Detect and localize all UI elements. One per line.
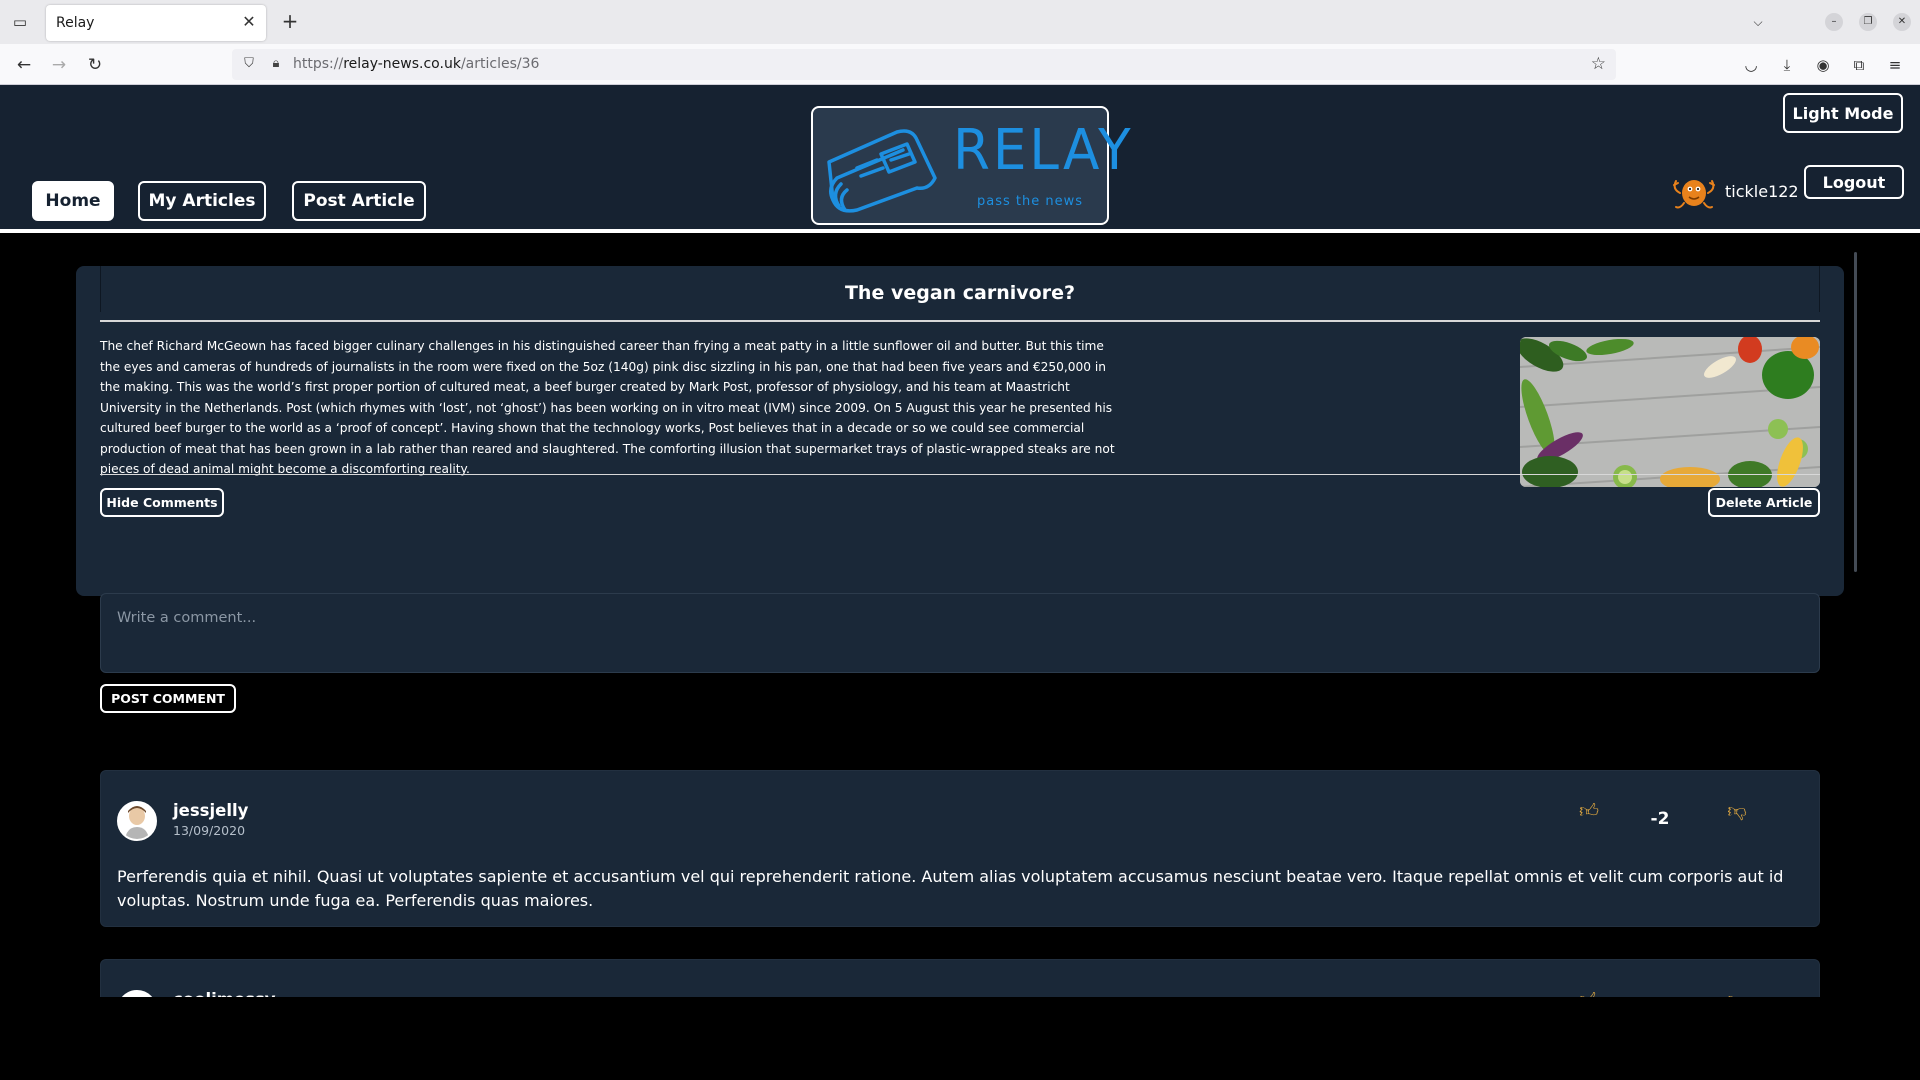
thumbs-up-icon[interactable]: 👍︎ <box>1577 799 1601 823</box>
username-label: tickle122 <box>1725 182 1799 201</box>
menu-icon[interactable]: ≡ <box>1882 52 1908 78</box>
download-icon[interactable]: ⤓ <box>1774 52 1800 78</box>
commenter-avatar[interactable] <box>117 990 157 997</box>
comment-body: Perferendis quia et nihil. Quasi ut volu… <box>117 867 1784 910</box>
tab-list-chevron-icon[interactable]: ⌵ <box>1746 12 1770 32</box>
vegetables-image <box>1520 337 1820 487</box>
thumbs-down-icon[interactable]: 👎︎ <box>1725 799 1749 823</box>
article-image <box>1520 337 1820 487</box>
newspaper-icon <box>827 129 937 213</box>
account-icon[interactable]: ◉ <box>1810 52 1836 78</box>
thumbs-up-icon[interactable]: 👍︎ <box>1577 988 1601 997</box>
close-window-icon[interactable]: ✕ <box>1893 13 1911 31</box>
comment-author[interactable]: jessjelly <box>173 801 248 820</box>
article-body: The chef Richard McGeown has faced bigge… <box>100 339 1115 476</box>
address-bar[interactable]: ⛉ 🔒︎ https://relay-news.co.uk/articles/3… <box>232 49 1616 80</box>
user-avatar[interactable] <box>1670 171 1718 211</box>
browser-nav-bar: ← → ↻ ⛉ 🔒︎ https://relay-news.co.uk/arti… <box>0 44 1920 85</box>
comment-input[interactable] <box>100 593 1820 673</box>
relay-logo[interactable]: RELAY pass the news <box>811 106 1131 225</box>
logo-tagline: pass the news <box>977 194 1084 209</box>
minimize-icon[interactable]: – <box>1825 13 1843 31</box>
page-content: The vegan carnivore? The chef Richard Mc… <box>0 233 1920 997</box>
forward-icon[interactable]: → <box>46 52 72 78</box>
nav-post-article-button[interactable]: Post Article <box>292 181 426 221</box>
tab-overview-icon[interactable]: ▭ <box>10 12 30 32</box>
hide-comments-button[interactable]: Hide Comments <box>100 488 224 517</box>
back-icon[interactable]: ← <box>11 52 37 78</box>
logo-wordmark: RELAY <box>953 118 1134 183</box>
close-tab-icon[interactable]: ✕ <box>238 11 260 33</box>
comments-section: POST COMMENT jessjelly 13/09/2020 👍︎ -2 … <box>76 593 1844 997</box>
page-scrollbar[interactable] <box>1854 252 1857 572</box>
browser-tab-bar: ▭ Relay ✕ + ⌵ – ❐ ✕ <box>0 0 1920 44</box>
comment-vote-count: -2 <box>1650 809 1670 829</box>
commenter-avatar[interactable] <box>117 801 157 841</box>
article-title: The vegan carnivore? <box>844 282 1076 304</box>
post-comment-button[interactable]: POST COMMENT <box>100 684 236 713</box>
lock-icon[interactable]: 🔒︎ <box>267 55 285 73</box>
delete-article-button[interactable]: Delete Article <box>1708 488 1820 517</box>
tab-title: Relay <box>56 15 95 31</box>
restore-icon[interactable]: ❐ <box>1859 13 1877 31</box>
logout-button[interactable]: Logout <box>1804 165 1904 199</box>
url-text[interactable]: https://relay-news.co.uk/articles/36 <box>293 56 539 72</box>
title-divider <box>100 320 1820 322</box>
bookmark-star-icon[interactable]: ☆ <box>1591 54 1606 74</box>
browser-tab[interactable]: Relay ✕ <box>46 5 266 41</box>
viewport-bottom <box>0 997 1920 1080</box>
extensions-icon[interactable]: ⧉ <box>1846 52 1872 78</box>
article-divider <box>100 474 1820 475</box>
thumbs-down-icon[interactable]: 👎︎ <box>1725 988 1749 997</box>
light-mode-toggle-button[interactable]: Light Mode <box>1783 93 1903 133</box>
nav-home-button[interactable]: Home <box>32 181 114 221</box>
comment-card: jessjelly 13/09/2020 👍︎ -2 👎︎ Perferendi… <box>100 770 1820 927</box>
reload-icon[interactable]: ↻ <box>82 52 108 78</box>
comment-author[interactable]: coolimessy <box>173 990 276 997</box>
nav-my-articles-button[interactable]: My Articles <box>138 181 266 221</box>
person-icon <box>119 803 155 839</box>
new-tab-icon[interactable]: + <box>278 10 302 34</box>
pocket-icon[interactable]: ◡ <box>1738 52 1764 78</box>
shield-icon[interactable]: ⛉ <box>240 55 258 73</box>
comment-card: coolimessy 👍︎ 👎︎ <box>100 959 1820 997</box>
comment-date: 13/09/2020 <box>173 823 246 838</box>
article-card: The vegan carnivore? The chef Richard Mc… <box>76 266 1844 596</box>
